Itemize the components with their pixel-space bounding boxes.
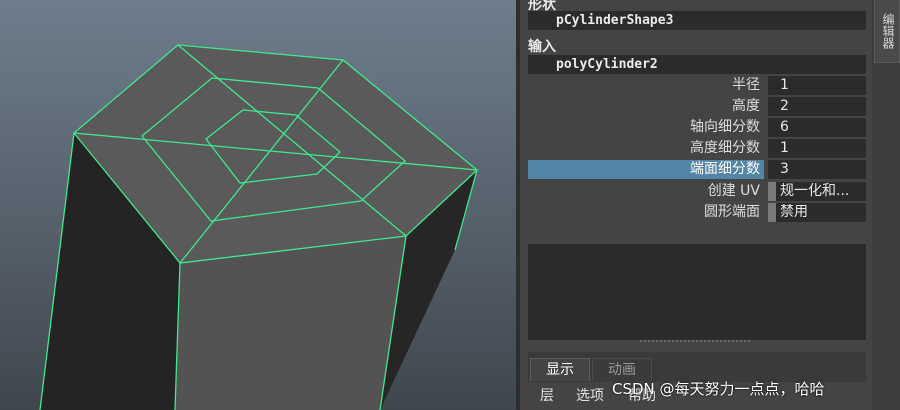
side-tab-editor[interactable]: 编辑器 [874,0,900,63]
tab-display[interactable]: 显示 [530,358,590,381]
menu-item-options[interactable]: 选项 [576,386,604,406]
attr-label-radius: 半径 [732,77,760,93]
attr-row-cap-subdivisions[interactable]: 端面细分数 3 [528,160,866,179]
input-node-field[interactable]: polyCylinder2 [528,55,866,74]
attr-row-create-uv[interactable]: 创建 UV 规一化和... [528,182,866,201]
attr-label-create-uv: 创建 UV [707,183,760,199]
axis-subdivisions-field[interactable]: 6 [768,118,866,137]
create-uv-dropdown[interactable]: 规一化和... [768,182,866,201]
attr-label-height: 高度 [732,98,760,114]
round-cap-dropdown[interactable]: 禁用 [768,203,866,222]
attr-label-round-cap: 圆形端面 [704,204,760,220]
attr-row-radius[interactable]: 半径 1 [528,76,866,95]
cylinder-side-face-front [175,236,406,410]
attr-label-height-subdivisions: 高度细分数 [690,140,760,156]
notes-area[interactable] [528,244,866,340]
attr-row-height[interactable]: 高度 2 [528,97,866,116]
height-field[interactable]: 2 [768,97,866,116]
watermark-text: CSDN @每天努力一点点，哈哈 [612,380,825,398]
radius-field[interactable]: 1 [768,76,866,95]
attr-row-axis-subdivisions[interactable]: 轴向细分数 6 [528,118,866,137]
shape-node-field[interactable]: pCylinderShape3 [528,11,866,30]
input-section-label: 输入 [528,39,556,55]
cap-subdivisions-field[interactable]: 3 [768,160,866,179]
menu-item-layers[interactable]: 层 [540,386,554,406]
height-subdivisions-field[interactable]: 1 [768,139,866,158]
cylinder-mesh[interactable] [0,0,516,410]
attr-row-height-subdivisions[interactable]: 高度细分数 1 [528,139,866,158]
3d-viewport[interactable] [0,0,516,410]
attr-label-axis-subdivisions: 轴向细分数 [690,119,760,135]
attr-row-round-cap[interactable]: 圆形端面 禁用 [528,203,866,222]
resize-grip[interactable] [640,340,750,344]
attr-label-cap-subdivisions: 端面细分数 [528,160,764,179]
